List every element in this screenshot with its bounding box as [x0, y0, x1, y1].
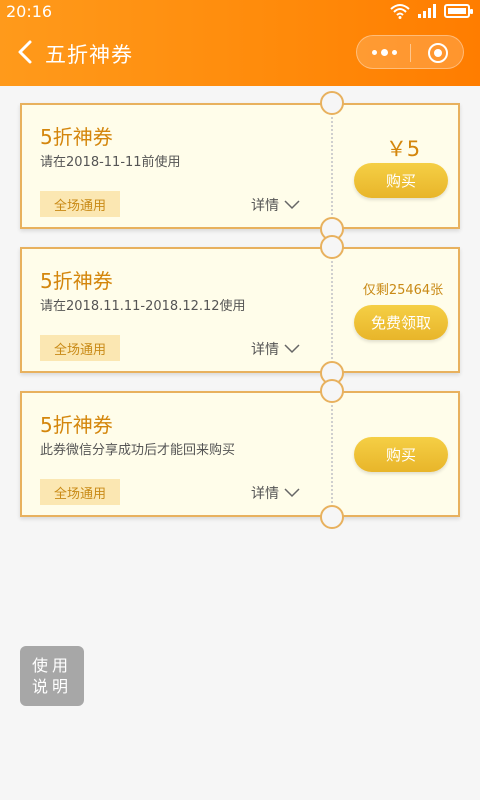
buy-button[interactable]: 购买 [354, 163, 448, 198]
guide-label-line1: 使用 [31, 656, 72, 675]
status-bar: 20:16 [0, 0, 480, 24]
header-bar: 20:16 五折神券 [0, 0, 480, 86]
chevron-down-icon [284, 488, 300, 498]
coupon-card: 5折神券 请在2018-11-11前使用 全场通用 详情 ￥5 购买 [20, 91, 460, 241]
coupon-notch [320, 505, 344, 529]
coupon-scope-tag: 全场通用 [40, 335, 120, 361]
page-title: 五折神券 [45, 43, 133, 67]
coupon-detail-label: 详情 [251, 486, 279, 502]
coupon-title: 5折神券 [40, 269, 113, 293]
coupon-detail-toggle[interactable]: 详情 [251, 339, 300, 359]
chevron-down-icon [284, 344, 300, 354]
nav-bar: 五折神券 [0, 24, 480, 82]
coupon-notch [320, 91, 344, 115]
coupon-price: ￥5 [385, 137, 421, 161]
coupon-validity: 请在2018-11-11前使用 [40, 155, 181, 170]
battery-icon [444, 4, 473, 18]
more-dots-icon[interactable] [357, 36, 411, 68]
coupon-detail-toggle[interactable]: 详情 [251, 195, 300, 215]
coupon-title: 5折神券 [40, 413, 113, 437]
coupon-card: 5折神券 此券微信分享成功后才能回来购买 全场通用 详情 购买 [20, 379, 460, 529]
guide-label-line2: 说明 [31, 677, 72, 696]
coupon-divider [331, 405, 333, 503]
status-time: 20:16 [6, 2, 53, 21]
coupon-validity: 请在2018.11.11-2018.12.12使用 [40, 299, 246, 314]
mini-program-capsule [356, 35, 464, 69]
status-icons [390, 3, 473, 19]
coupon-divider [331, 261, 333, 359]
coupon-divider [331, 117, 333, 215]
coupon-detail-label: 详情 [251, 198, 279, 214]
coupon-detail-toggle[interactable]: 详情 [251, 483, 300, 503]
target-circle-icon[interactable] [428, 43, 448, 63]
chevron-left-icon [18, 40, 32, 64]
coupon-detail-label: 详情 [251, 342, 279, 358]
coupon-scope-tag: 全场通用 [40, 191, 120, 217]
coupon-notch [320, 235, 344, 259]
chevron-down-icon [284, 200, 300, 210]
coupon-title: 5折神券 [40, 125, 113, 149]
signal-icon [418, 4, 436, 18]
coupon-scope-tag: 全场通用 [40, 479, 120, 505]
claim-free-button[interactable]: 免费领取 [354, 305, 448, 340]
buy-button[interactable]: 购买 [354, 437, 448, 472]
coupon-notch [320, 379, 344, 403]
capsule-divider [410, 44, 411, 62]
coupon-condition: 此券微信分享成功后才能回来购买 [40, 443, 236, 458]
coupon-card: 5折神券 请在2018.11.11-2018.12.12使用 全场通用 详情 仅… [20, 235, 460, 385]
back-button[interactable] [14, 38, 38, 66]
coupon-remaining: 仅剩25464张 [362, 283, 444, 298]
wifi-icon [390, 4, 410, 19]
usage-guide-button[interactable]: 使用 说明 [20, 646, 84, 706]
